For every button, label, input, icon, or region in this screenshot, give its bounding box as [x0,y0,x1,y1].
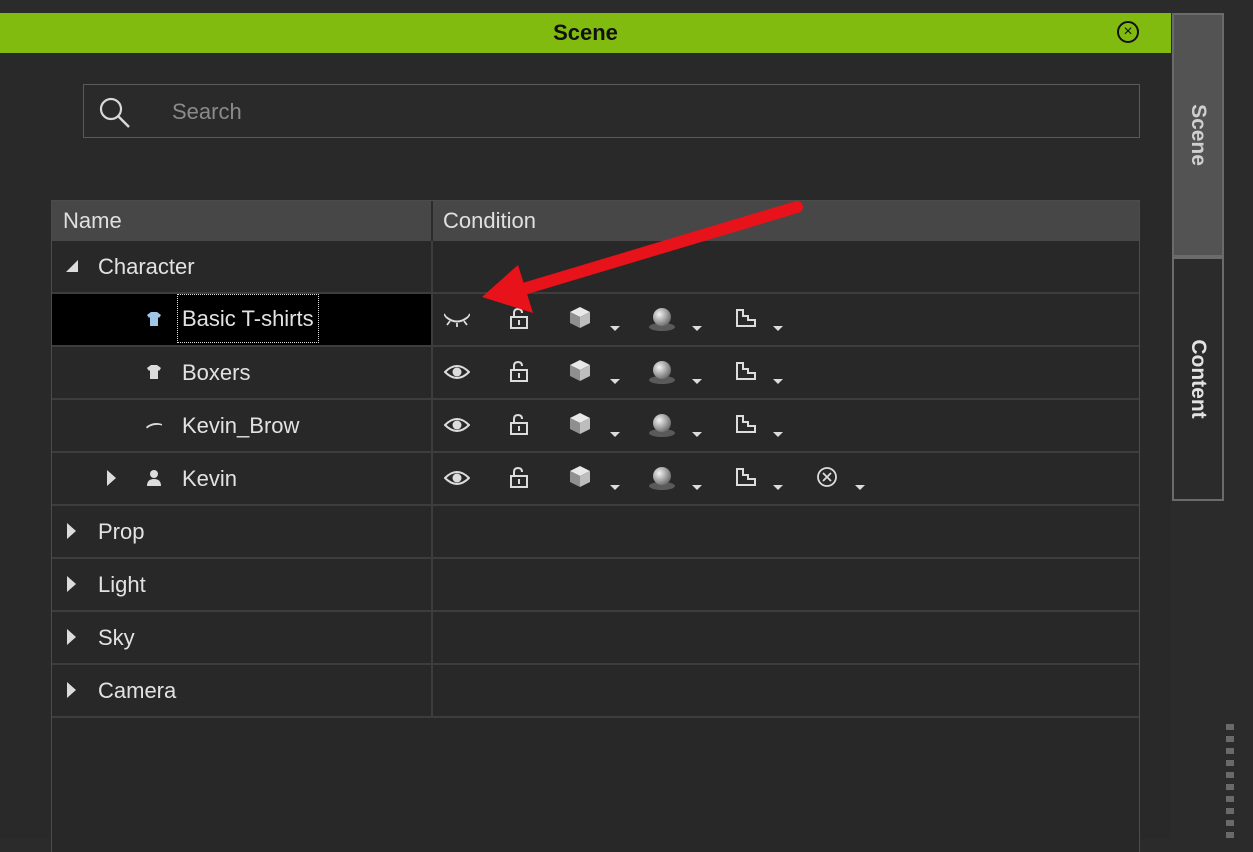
arrow-shaft [514,201,803,296]
annotation-arrow [482,201,803,313]
arrow-head [482,265,533,313]
